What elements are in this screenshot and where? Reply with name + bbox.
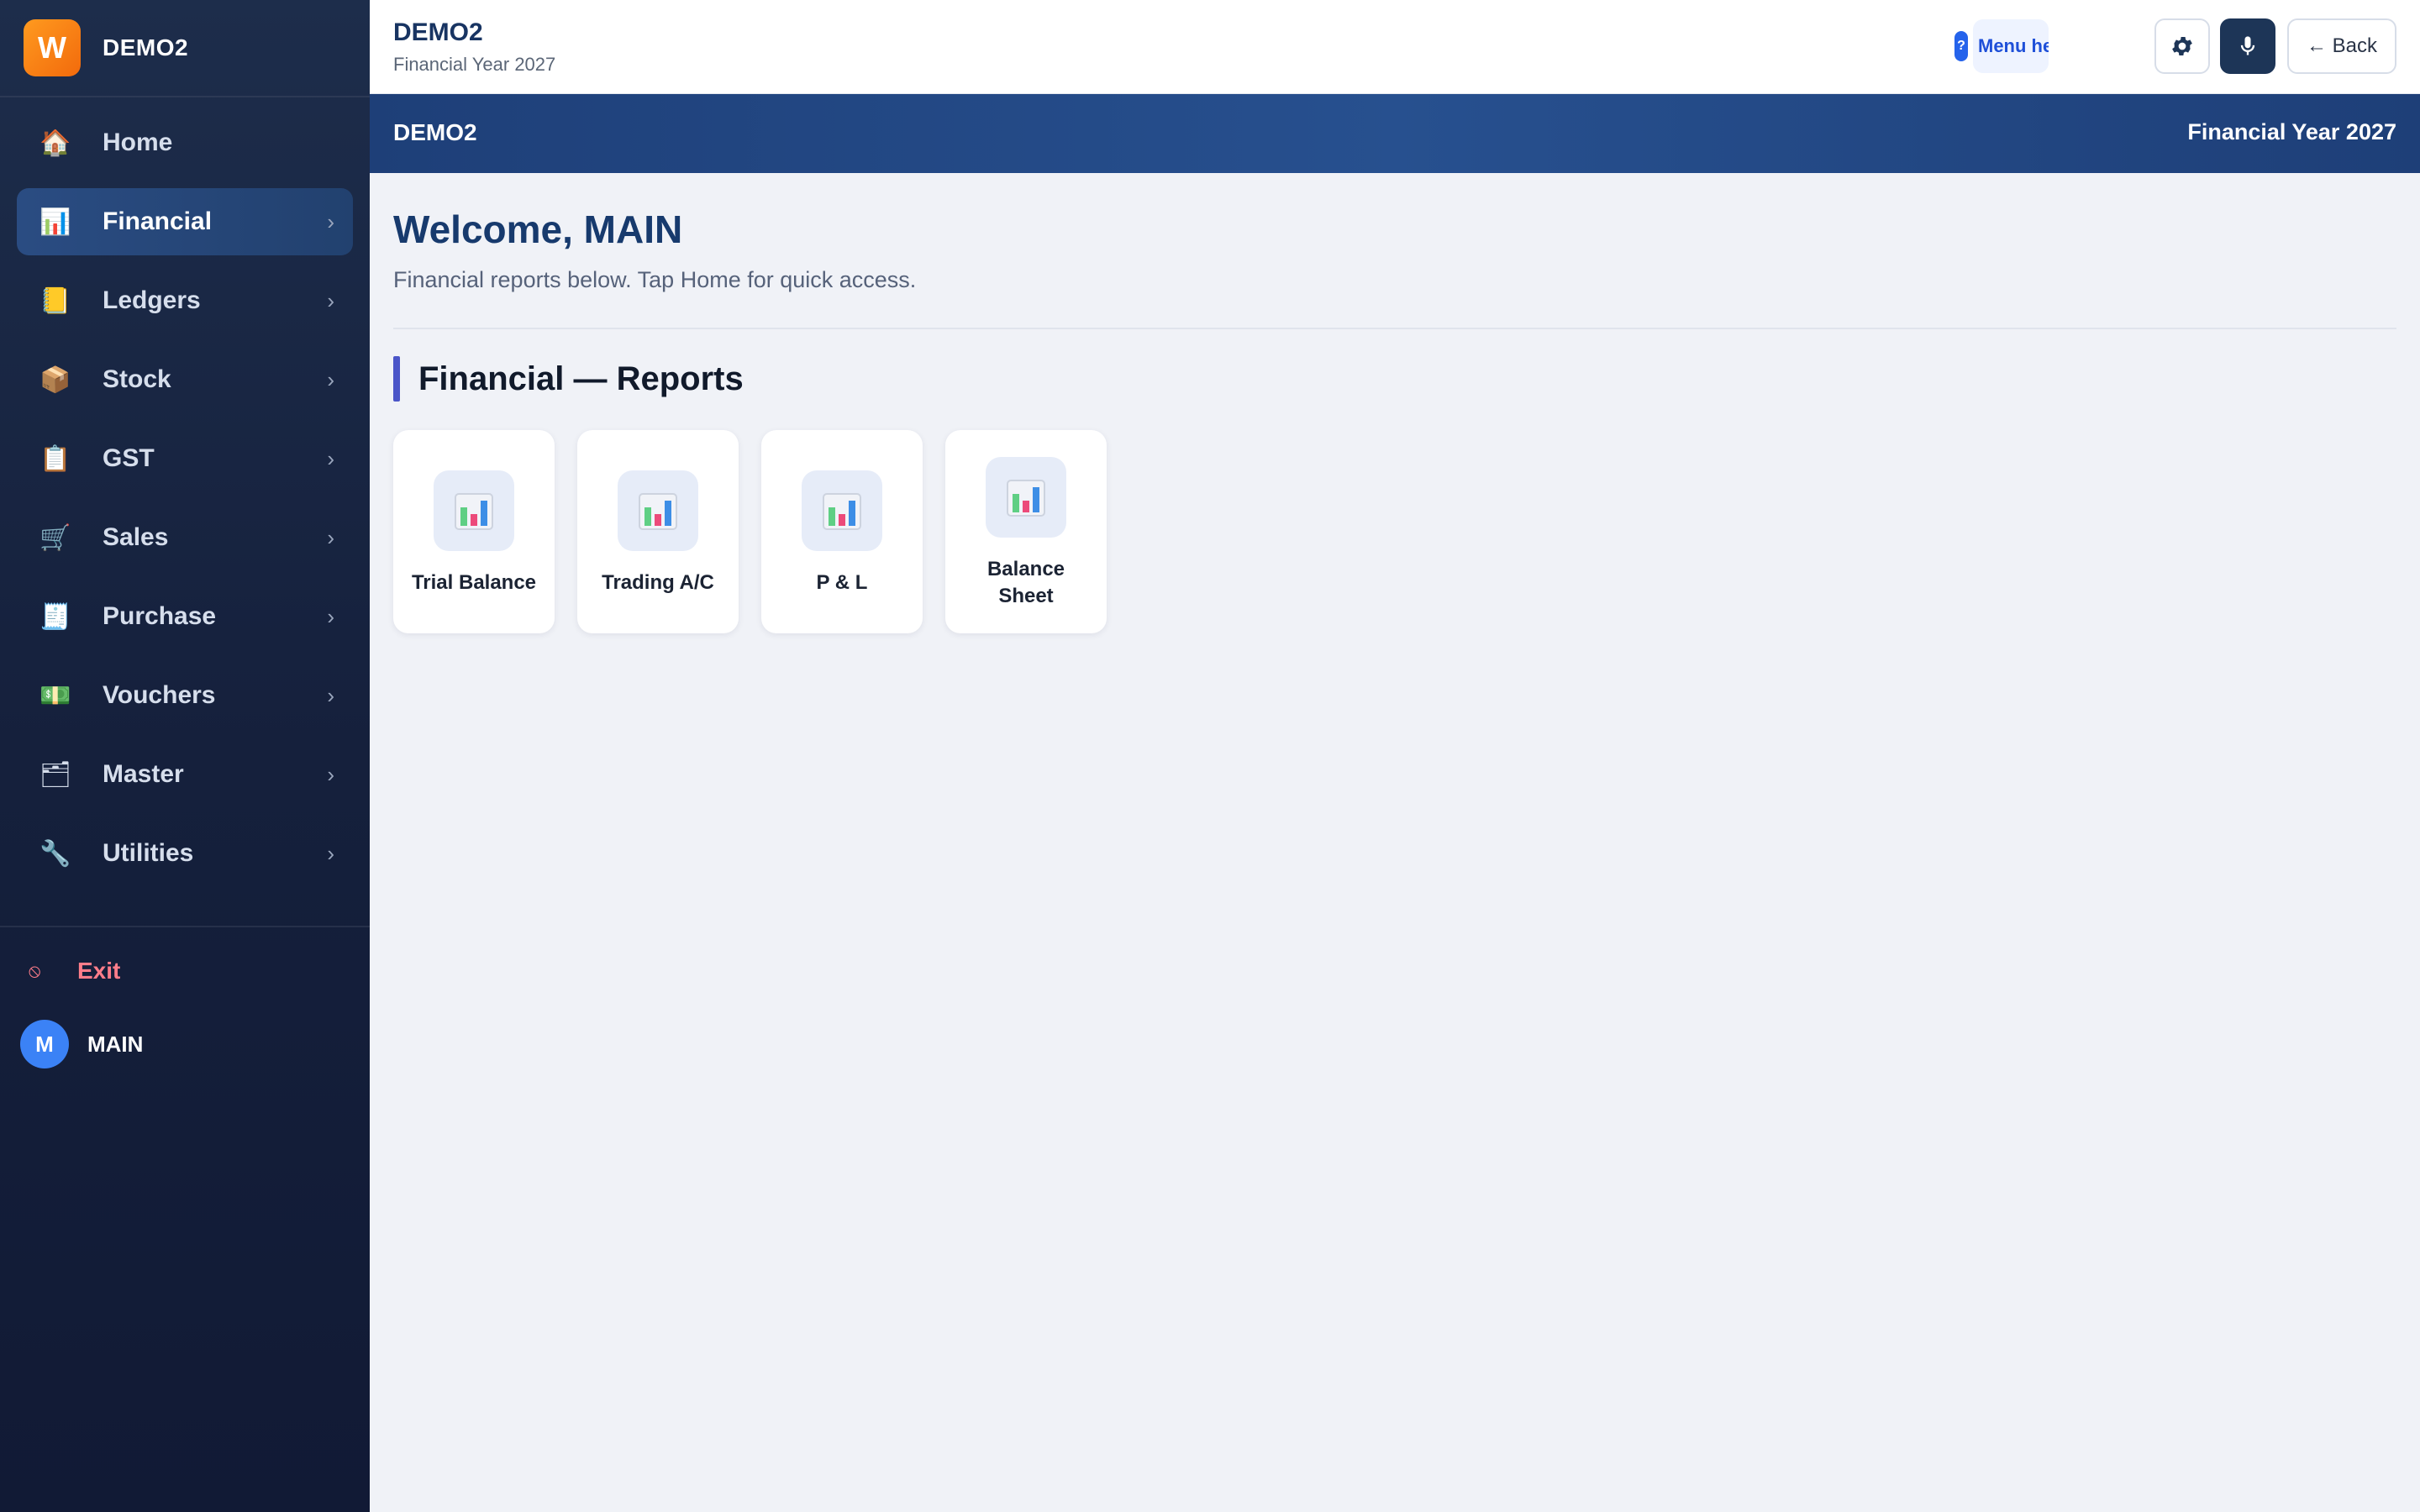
chevron-right-icon: ›: [327, 682, 334, 708]
back-button[interactable]: ← Back: [2287, 18, 2396, 74]
report-card-label: Balance Sheet: [986, 558, 1065, 607]
menu-help-label: Menu help: [1973, 19, 2049, 73]
house-icon: 🏠: [39, 129, 71, 157]
gear-icon: [2172, 37, 2192, 55]
chevron-right-icon: ›: [327, 287, 334, 313]
sidebar-item-label: Home: [103, 129, 173, 156]
sidebar-nav: 🏠 Home 📊 Financial › 📒 Ledgers › 📦 Stock…: [0, 97, 370, 887]
bar-chart-icon: [986, 457, 1066, 538]
section-header: Financial — Reports: [393, 356, 744, 402]
sidebar-item-purchase[interactable]: 🧾 Purchase ›: [17, 583, 353, 650]
settings-button[interactable]: [2154, 18, 2210, 74]
chevron-right-icon: ›: [327, 840, 334, 866]
folder-icon: 🗂: [39, 760, 72, 789]
page-subtitle: Financial reports below. Tap Home for qu…: [393, 267, 917, 292]
chevron-right-icon: ›: [327, 208, 334, 234]
sidebar-item-label: Purchase: [103, 602, 217, 630]
chevron-right-icon: ›: [327, 445, 334, 471]
chevron-right-icon: ›: [327, 366, 334, 392]
sidebar-item-label: Stock: [103, 365, 171, 393]
strip-company-name: DEMO2: [393, 119, 477, 145]
context-strip: DEMO2 Financial Year 2027: [370, 94, 2420, 173]
sidebar: W DEMO2 🏠 Home 📊 Financial › 📒 Ledgers ›…: [0, 0, 370, 1512]
prohibited-icon: ⦸: [29, 960, 41, 981]
voice-input-button[interactable]: [2220, 18, 2275, 74]
report-card-label: Trial Balance: [411, 571, 537, 594]
report-card-label: P & L: [816, 571, 868, 594]
user-name: MAIN: [87, 1031, 144, 1057]
ledger-icon: 📒: [39, 286, 71, 315]
page-title: Welcome, MAIN: [393, 207, 683, 251]
exit-label: Exit: [77, 958, 121, 984]
sidebar-divider: [0, 926, 370, 927]
clipboard-icon: 📋: [39, 444, 71, 473]
report-card-p-and-l[interactable]: P & L: [761, 430, 923, 633]
help-icon: ?: [1954, 31, 1968, 61]
sidebar-item-vouchers[interactable]: 💵 Vouchers ›: [17, 662, 353, 729]
menu-help-button[interactable]: ? Menu help: [1954, 19, 2049, 73]
report-card-label: Trading A/C: [602, 571, 714, 594]
sidebar-item-utilities[interactable]: 🔧 Utilities ›: [17, 820, 353, 887]
user-profile[interactable]: M MAIN: [20, 1020, 143, 1068]
avatar: M: [20, 1020, 69, 1068]
report-cards: Trial Balance Trading A/C P & L Balance …: [393, 430, 1129, 633]
sidebar-item-gst[interactable]: 📋 GST ›: [17, 425, 353, 492]
sidebar-item-label: Master: [103, 760, 184, 788]
sidebar-item-ledgers[interactable]: 📒 Ledgers ›: [17, 267, 353, 334]
brand-logo-icon: W: [24, 19, 81, 76]
sidebar-item-sales[interactable]: 🛒 Sales ›: [17, 504, 353, 571]
chevron-right-icon: ›: [327, 603, 334, 629]
bar-chart-icon: 📊: [39, 207, 71, 236]
bar-chart-icon: [802, 470, 882, 551]
sidebar-item-stock[interactable]: 📦 Stock ›: [17, 346, 353, 413]
chevron-right-icon: ›: [327, 524, 334, 550]
sidebar-item-label: Financial: [103, 207, 213, 235]
report-card-balance-sheet[interactable]: Balance Sheet: [945, 430, 1107, 633]
divider: [393, 328, 2396, 329]
receipt-icon: 🧾: [39, 602, 71, 631]
microphone-icon: [2240, 36, 2255, 55]
chevron-right-icon: ›: [327, 761, 334, 787]
brand-name: DEMO2: [103, 34, 189, 60]
cart-icon: 🛒: [39, 523, 71, 552]
sidebar-item-financial[interactable]: 📊 Financial ›: [17, 188, 353, 255]
company-name: DEMO2: [393, 18, 483, 46]
cash-icon: 💵: [39, 681, 71, 710]
report-card-trial-balance[interactable]: Trial Balance: [393, 430, 555, 633]
sidebar-item-label: Sales: [103, 523, 169, 551]
financial-year-label: Financial Year 2027: [393, 54, 556, 75]
sidebar-item-master[interactable]: 🗂 Master ›: [17, 741, 353, 808]
sidebar-item-label: Utilities: [103, 839, 194, 867]
package-icon: 📦: [39, 365, 71, 394]
section-accent-bar: [393, 356, 400, 402]
bar-chart-icon: [434, 470, 514, 551]
exit-button[interactable]: ⦸ Exit: [29, 958, 120, 984]
top-bar: DEMO2 Financial Year 2027 ? Menu help ← …: [370, 0, 2420, 94]
sidebar-item-home[interactable]: 🏠 Home: [17, 109, 353, 176]
wrench-icon: 🔧: [39, 839, 71, 868]
report-card-trading-ac[interactable]: Trading A/C: [577, 430, 739, 633]
section-title: Financial — Reports: [418, 360, 744, 397]
sidebar-item-label: Vouchers: [103, 681, 216, 709]
sidebar-item-label: GST: [103, 444, 155, 472]
sidebar-item-label: Ledgers: [103, 286, 201, 314]
main-content: Welcome, MAIN Financial reports below. T…: [370, 173, 2420, 1512]
bar-chart-icon: [618, 470, 698, 551]
strip-financial-year: Financial Year 2027: [2187, 119, 2396, 144]
brand[interactable]: W DEMO2: [0, 0, 370, 97]
